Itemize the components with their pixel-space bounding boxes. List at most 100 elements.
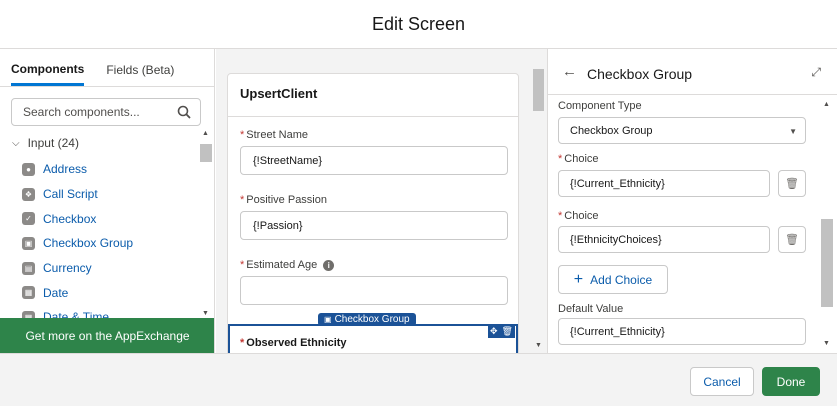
tab-components[interactable]: Components	[11, 62, 85, 86]
default-value-input[interactable]: {!Current_Ethnicity}	[558, 318, 806, 345]
checkbox-icon: ✓	[22, 212, 35, 226]
move-icon[interactable]: ✥	[490, 326, 498, 337]
required-marker: *	[240, 129, 245, 141]
selected-label-text: Observed Ethnicity	[246, 337, 347, 349]
properties-header: ← Checkbox Group ⤢	[548, 49, 837, 95]
add-choice-button[interactable]: + Add Choice	[558, 265, 668, 294]
scroll-up-icon[interactable]: ▲	[823, 101, 830, 108]
delete-icon[interactable]: 🗑	[502, 326, 513, 337]
properties-scrollbar[interactable]: ▲ ▼	[819, 95, 835, 353]
choice-label: * Choice	[558, 210, 599, 222]
scrollbar-thumb[interactable]	[200, 144, 212, 162]
choice-label-text: Choice	[564, 210, 599, 222]
required-marker: *	[240, 194, 245, 206]
field-street-name[interactable]: * Street Name {!StreetName}	[240, 129, 508, 175]
component-label: Checkbox Group	[43, 236, 134, 251]
positive-passion-input[interactable]: {!Passion}	[240, 211, 508, 240]
component-address[interactable]: ● Address	[22, 157, 192, 182]
screen-card: UpsertClient * Street Name {!StreetName} …	[227, 73, 519, 353]
done-button[interactable]: Done	[762, 367, 820, 396]
panel-tabs: Components Fields (Beta)	[0, 49, 214, 87]
expand-icon[interactable]: ⤢	[811, 65, 821, 80]
choice-label: * Choice	[558, 153, 599, 165]
properties-title: Checkbox Group	[587, 66, 693, 82]
street-name-input[interactable]: {!StreetName}	[240, 146, 508, 175]
screen-canvas: UpsertClient * Street Name {!StreetName} …	[216, 49, 548, 353]
scroll-down-icon[interactable]: ▼	[535, 342, 542, 349]
field-estimated-age[interactable]: * Estimated Age i	[240, 259, 508, 305]
scroll-up-icon[interactable]: ▲	[202, 130, 209, 137]
tab-fields-beta[interactable]: Fields (Beta)	[106, 63, 174, 86]
required-marker: *	[558, 210, 563, 222]
component-type-value: Checkbox Group	[570, 124, 653, 137]
search-components-input[interactable]: Search components...	[11, 98, 201, 126]
edit-screen-modal: Edit Screen Components Fields (Beta) Sea…	[0, 0, 837, 406]
field-label-text: Street Name	[246, 129, 309, 141]
field-label: * Positive Passion	[240, 194, 508, 206]
modal-footer: Cancel Done	[0, 353, 837, 406]
default-value-label: Default Value	[558, 303, 624, 315]
choice-input-1[interactable]: {!Current_Ethnicity}	[558, 170, 770, 197]
choice-input-2[interactable]: {!EthnicityChoices}	[558, 226, 770, 253]
required-marker: *	[240, 337, 245, 349]
component-date[interactable]: ▦ Date	[22, 280, 192, 305]
selected-component-actions: ✥ 🗑	[488, 325, 515, 338]
component-list: ● Address ❖ Call Script ✓ Checkbox ▣ Che…	[22, 157, 192, 330]
date-icon: ▦	[22, 286, 35, 300]
modal-title: Edit Screen	[371, 13, 466, 34]
screen-title: UpsertClient	[240, 86, 318, 101]
selected-component-tag-label: Checkbox Group	[334, 314, 410, 325]
field-label-text: Estimated Age	[246, 259, 318, 271]
section-input-toggle[interactable]: ⌵ Input (24)	[12, 136, 79, 150]
field-label: * Street Name	[240, 129, 508, 141]
scrollbar-thumb[interactable]	[533, 69, 544, 111]
component-label: Address	[43, 162, 88, 177]
required-marker: *	[240, 259, 245, 271]
component-checkbox[interactable]: ✓ Checkbox	[22, 206, 192, 231]
search-placeholder: Search components...	[23, 105, 140, 119]
field-label-text: Positive Passion	[246, 194, 327, 206]
estimated-age-input[interactable]	[240, 276, 508, 305]
delete-choice-1-button[interactable]: 🗑	[778, 170, 806, 197]
component-list-scrollbar[interactable]: ▲ ▼	[199, 128, 213, 319]
trash-icon: 🗑	[785, 178, 799, 190]
modal-header: Edit Screen	[0, 0, 837, 49]
chevron-down-icon: ⌵	[12, 137, 20, 149]
component-call-script[interactable]: ❖ Call Script	[22, 182, 192, 207]
address-pin-icon: ●	[22, 162, 35, 176]
component-currency[interactable]: ▤ Currency	[22, 256, 192, 281]
add-choice-label: Add Choice	[590, 272, 653, 287]
component-label: Currency	[43, 261, 92, 276]
cancel-button[interactable]: Cancel	[690, 367, 754, 396]
selected-component-tag: ▣ Checkbox Group	[318, 313, 416, 326]
field-label: * Estimated Age i	[240, 259, 508, 271]
scrollbar-thumb[interactable]	[821, 219, 833, 307]
checkbox-group-icon: ▣	[22, 236, 35, 250]
info-icon[interactable]: i	[323, 259, 335, 271]
checkbox-group-icon: ▣	[324, 315, 332, 324]
search-icon	[177, 105, 191, 122]
plus-icon: +	[573, 270, 584, 288]
trash-icon: 🗑	[785, 234, 799, 246]
choice-label-text: Choice	[564, 153, 599, 165]
scroll-down-icon[interactable]: ▼	[202, 310, 209, 317]
component-type-select[interactable]: Checkbox Group ▼	[558, 117, 806, 144]
canvas-scrollbar[interactable]: ▼	[532, 65, 546, 353]
observed-ethnicity-label: * Observed Ethnicity	[240, 337, 347, 349]
delete-choice-2-button[interactable]: 🗑	[778, 226, 806, 253]
call-script-bolt-icon: ❖	[22, 187, 35, 201]
selected-checkbox-group[interactable]: * Observed Ethnicity	[228, 324, 518, 353]
currency-icon: ▤	[22, 261, 35, 275]
field-positive-passion[interactable]: * Positive Passion {!Passion}	[240, 194, 508, 240]
component-label: Date	[43, 285, 69, 300]
back-arrow-icon[interactable]: ←	[562, 63, 577, 80]
properties-panel: ← Checkbox Group ⤢ Component Type Checkb…	[548, 49, 837, 353]
component-label: Call Script	[43, 187, 98, 202]
component-type-label: Component Type	[558, 100, 642, 112]
divider	[228, 116, 518, 117]
component-checkbox-group[interactable]: ▣ Checkbox Group	[22, 231, 192, 256]
scroll-down-icon[interactable]: ▼	[823, 340, 830, 347]
appexchange-banner[interactable]: Get more on the AppExchange	[0, 318, 214, 353]
components-panel: Components Fields (Beta) Search componen…	[0, 49, 215, 353]
chevron-down-icon: ▼	[789, 127, 797, 136]
